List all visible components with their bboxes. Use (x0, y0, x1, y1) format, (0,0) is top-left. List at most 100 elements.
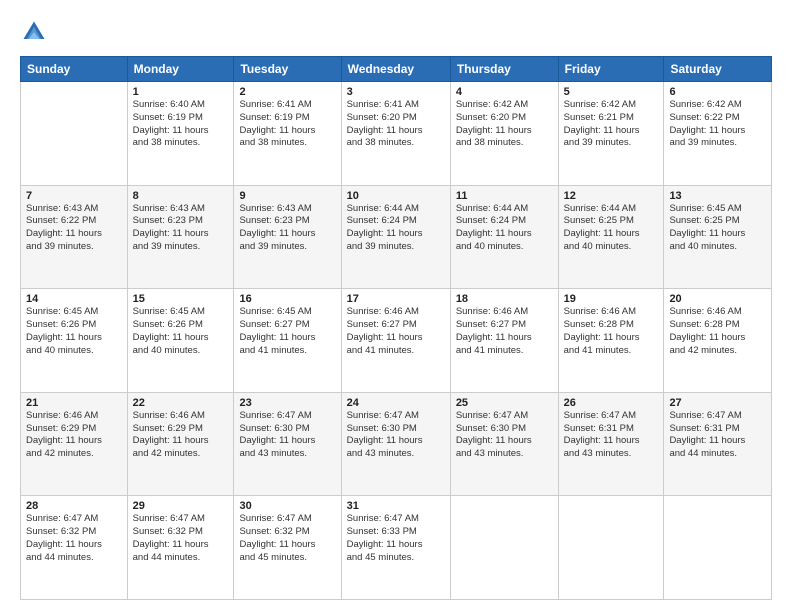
column-header-friday: Friday (558, 57, 664, 82)
day-info: Sunrise: 6:43 AM Sunset: 6:23 PM Dayligh… (133, 203, 229, 254)
day-info: Sunrise: 6:43 AM Sunset: 6:22 PM Dayligh… (26, 203, 122, 254)
day-number: 13 (669, 190, 766, 202)
calendar-week-1: 1Sunrise: 6:40 AM Sunset: 6:19 PM Daylig… (21, 82, 772, 186)
day-info: Sunrise: 6:47 AM Sunset: 6:31 PM Dayligh… (564, 410, 659, 461)
day-number: 8 (133, 190, 229, 202)
day-info: Sunrise: 6:47 AM Sunset: 6:32 PM Dayligh… (133, 513, 229, 564)
day-number: 29 (133, 500, 229, 512)
day-info: Sunrise: 6:40 AM Sunset: 6:19 PM Dayligh… (133, 99, 229, 150)
day-number: 7 (26, 190, 122, 202)
calendar-cell (664, 496, 772, 600)
day-info: Sunrise: 6:47 AM Sunset: 6:32 PM Dayligh… (239, 513, 335, 564)
day-number: 24 (347, 397, 445, 409)
calendar-week-5: 28Sunrise: 6:47 AM Sunset: 6:32 PM Dayli… (21, 496, 772, 600)
day-number: 11 (456, 190, 553, 202)
day-info: Sunrise: 6:44 AM Sunset: 6:25 PM Dayligh… (564, 203, 659, 254)
calendar-cell: 15Sunrise: 6:45 AM Sunset: 6:26 PM Dayli… (127, 289, 234, 393)
calendar-cell: 31Sunrise: 6:47 AM Sunset: 6:33 PM Dayli… (341, 496, 450, 600)
day-info: Sunrise: 6:42 AM Sunset: 6:22 PM Dayligh… (669, 99, 766, 150)
day-info: Sunrise: 6:47 AM Sunset: 6:31 PM Dayligh… (669, 410, 766, 461)
day-number: 27 (669, 397, 766, 409)
column-header-sunday: Sunday (21, 57, 128, 82)
calendar-cell (21, 82, 128, 186)
calendar-cell: 16Sunrise: 6:45 AM Sunset: 6:27 PM Dayli… (234, 289, 341, 393)
day-info: Sunrise: 6:46 AM Sunset: 6:29 PM Dayligh… (26, 410, 122, 461)
calendar-cell: 30Sunrise: 6:47 AM Sunset: 6:32 PM Dayli… (234, 496, 341, 600)
day-number: 4 (456, 86, 553, 98)
day-number: 19 (564, 293, 659, 305)
day-info: Sunrise: 6:47 AM Sunset: 6:30 PM Dayligh… (456, 410, 553, 461)
column-header-wednesday: Wednesday (341, 57, 450, 82)
day-info: Sunrise: 6:46 AM Sunset: 6:27 PM Dayligh… (456, 306, 553, 357)
day-info: Sunrise: 6:41 AM Sunset: 6:20 PM Dayligh… (347, 99, 445, 150)
calendar-cell: 1Sunrise: 6:40 AM Sunset: 6:19 PM Daylig… (127, 82, 234, 186)
calendar-week-3: 14 Sunrise: 6:45 AM Sunset: 6:26 PM Dayli… (21, 289, 772, 393)
day-number: 31 (347, 500, 445, 512)
day-number: 15 (133, 293, 229, 305)
day-number: 5 (564, 86, 659, 98)
calendar-cell: 4Sunrise: 6:42 AM Sunset: 6:20 PM Daylig… (450, 82, 558, 186)
calendar-cell: 20Sunrise: 6:46 AM Sunset: 6:28 PM Dayli… (664, 289, 772, 393)
day-number: 17 (347, 293, 445, 305)
calendar-cell: 11Sunrise: 6:44 AM Sunset: 6:24 PM Dayli… (450, 185, 558, 289)
calendar-cell: 26Sunrise: 6:47 AM Sunset: 6:31 PM Dayli… (558, 392, 664, 496)
day-info: Sunrise: 6:45 AM Sunset: 6:26 PM Dayligh… (133, 306, 229, 357)
column-header-monday: Monday (127, 57, 234, 82)
calendar-cell (558, 496, 664, 600)
day-info: Sunrise: 6:44 AM Sunset: 6:24 PM Dayligh… (456, 203, 553, 254)
calendar-header-row: SundayMondayTuesdayWednesdayThursdayFrid… (21, 57, 772, 82)
day-info: Sunrise: 6:47 AM Sunset: 6:30 PM Dayligh… (347, 410, 445, 461)
calendar-cell: 7Sunrise: 6:43 AM Sunset: 6:22 PM Daylig… (21, 185, 128, 289)
calendar-cell: 27Sunrise: 6:47 AM Sunset: 6:31 PM Dayli… (664, 392, 772, 496)
calendar-cell: 6Sunrise: 6:42 AM Sunset: 6:22 PM Daylig… (664, 82, 772, 186)
page: SundayMondayTuesdayWednesdayThursdayFrid… (0, 0, 792, 612)
calendar-cell: 22Sunrise: 6:46 AM Sunset: 6:29 PM Dayli… (127, 392, 234, 496)
header (20, 18, 772, 46)
calendar-cell: 23Sunrise: 6:47 AM Sunset: 6:30 PM Dayli… (234, 392, 341, 496)
day-info: Sunrise: 6:45 AM Sunset: 6:25 PM Dayligh… (669, 203, 766, 254)
day-number: 21 (26, 397, 122, 409)
column-header-saturday: Saturday (664, 57, 772, 82)
calendar-cell: 29Sunrise: 6:47 AM Sunset: 6:32 PM Dayli… (127, 496, 234, 600)
day-info: Sunrise: 6:46 AM Sunset: 6:28 PM Dayligh… (564, 306, 659, 357)
day-number: 22 (133, 397, 229, 409)
day-number: 14 (26, 293, 122, 305)
logo (20, 18, 52, 46)
day-number: 16 (239, 293, 335, 305)
calendar-cell: 25Sunrise: 6:47 AM Sunset: 6:30 PM Dayli… (450, 392, 558, 496)
calendar-cell: 18Sunrise: 6:46 AM Sunset: 6:27 PM Dayli… (450, 289, 558, 393)
column-header-tuesday: Tuesday (234, 57, 341, 82)
calendar-cell: 13Sunrise: 6:45 AM Sunset: 6:25 PM Dayli… (664, 185, 772, 289)
day-info: Sunrise: 6:47 AM Sunset: 6:32 PM Dayligh… (26, 513, 122, 564)
calendar-cell: 3Sunrise: 6:41 AM Sunset: 6:20 PM Daylig… (341, 82, 450, 186)
day-number: 23 (239, 397, 335, 409)
day-number: 26 (564, 397, 659, 409)
calendar-cell: 2Sunrise: 6:41 AM Sunset: 6:19 PM Daylig… (234, 82, 341, 186)
day-info: Sunrise: 6:42 AM Sunset: 6:20 PM Dayligh… (456, 99, 553, 150)
calendar-week-4: 21Sunrise: 6:46 AM Sunset: 6:29 PM Dayli… (21, 392, 772, 496)
day-number: 1 (133, 86, 229, 98)
day-info: Sunrise: 6:45 AM Sunset: 6:27 PM Dayligh… (239, 306, 335, 357)
day-number: 12 (564, 190, 659, 202)
day-number: 20 (669, 293, 766, 305)
calendar-cell: 14Sunrise: 6:45 AM Sunset: 6:26 PM Dayli… (21, 289, 128, 393)
calendar-cell: 21Sunrise: 6:46 AM Sunset: 6:29 PM Dayli… (21, 392, 128, 496)
calendar-cell: 19Sunrise: 6:46 AM Sunset: 6:28 PM Dayli… (558, 289, 664, 393)
calendar: SundayMondayTuesdayWednesdayThursdayFrid… (20, 56, 772, 600)
day-number: 18 (456, 293, 553, 305)
day-number: 25 (456, 397, 553, 409)
calendar-cell: 9Sunrise: 6:43 AM Sunset: 6:23 PM Daylig… (234, 185, 341, 289)
calendar-cell (450, 496, 558, 600)
calendar-cell: 12Sunrise: 6:44 AM Sunset: 6:25 PM Dayli… (558, 185, 664, 289)
day-number: 3 (347, 86, 445, 98)
day-info: Sunrise: 6:46 AM Sunset: 6:27 PM Dayligh… (347, 306, 445, 357)
day-info: Sunrise: 6:47 AM Sunset: 6:30 PM Dayligh… (239, 410, 335, 461)
day-info: Sunrise: 6:43 AM Sunset: 6:23 PM Dayligh… (239, 203, 335, 254)
day-info: Sunrise: 6:41 AM Sunset: 6:19 PM Dayligh… (239, 99, 335, 150)
day-number: 6 (669, 86, 766, 98)
column-header-thursday: Thursday (450, 57, 558, 82)
day-number: 30 (239, 500, 335, 512)
calendar-cell: 8Sunrise: 6:43 AM Sunset: 6:23 PM Daylig… (127, 185, 234, 289)
day-info: Sunrise: 6:46 AM Sunset: 6:29 PM Dayligh… (133, 410, 229, 461)
day-info: Sunrise: 6:46 AM Sunset: 6:28 PM Dayligh… (669, 306, 766, 357)
